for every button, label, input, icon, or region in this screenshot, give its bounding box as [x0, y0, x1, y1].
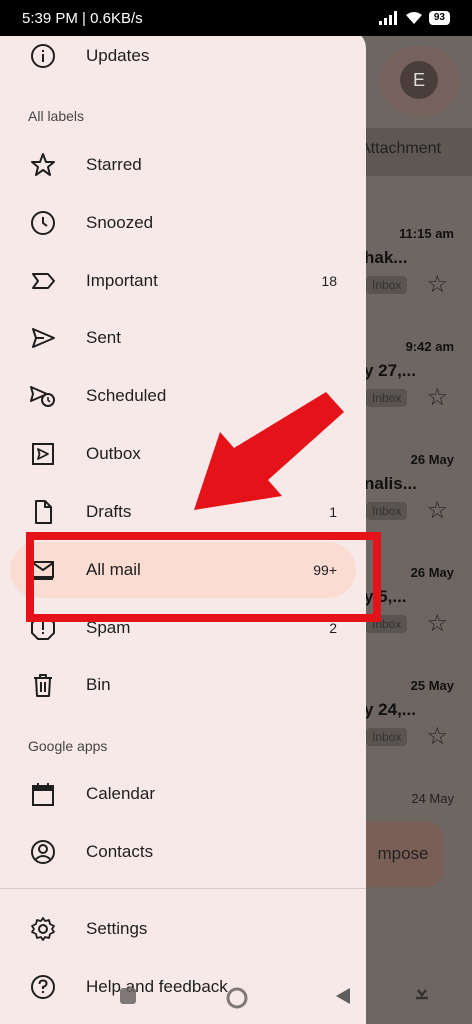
outbox-icon — [28, 439, 58, 469]
mail-row: 26 May nalis... Inbox ☆ — [360, 452, 472, 542]
mail-badge: Inbox — [366, 276, 408, 294]
mail-time: 26 May — [410, 565, 454, 580]
star-icon: ☆ — [426, 723, 448, 750]
home-button[interactable] — [225, 986, 249, 1010]
drawer-item-label: Sent — [86, 328, 121, 347]
star-icon: ☆ — [426, 384, 448, 411]
clock-icon — [28, 208, 58, 238]
status-icons: 93 — [378, 11, 450, 25]
info-icon — [28, 41, 58, 71]
drawer-item-label: Bin — [86, 675, 111, 694]
mail-subject: y 27,... — [364, 361, 416, 380]
drawer-divider — [0, 888, 366, 889]
navigation-drawer: Updates All labels Starred Snoozed Impor… — [0, 30, 366, 1024]
drawer-item-bin[interactable]: Bin — [0, 660, 366, 710]
gear-icon — [28, 914, 58, 944]
drawer-item-label: Important — [86, 271, 158, 290]
mail-row: 25 May y 24,... Inbox ☆ — [360, 678, 472, 768]
status-bar: 5:39 PM | 0.6KB/s 93 — [0, 0, 472, 36]
mail-subject: nalis... — [364, 474, 417, 493]
pointer-arrow-icon — [194, 392, 344, 510]
send-icon — [28, 323, 58, 353]
drawer-item-label: Snoozed — [86, 213, 154, 232]
drawer-item-label: Drafts — [86, 502, 132, 521]
system-nav-bar — [0, 964, 472, 1024]
wifi-icon — [405, 12, 422, 24]
mail-time: 9:42 am — [405, 339, 454, 354]
recent-apps-button[interactable] — [118, 986, 138, 1006]
trash-icon — [28, 670, 58, 700]
drawer-item-label: Calendar — [86, 784, 155, 803]
chevron-down-icon[interactable] — [414, 986, 430, 1006]
back-button[interactable] — [333, 986, 353, 1006]
mail-subject: hak... — [364, 248, 408, 267]
mail-row: 9:42 am y 27,... Inbox ☆ — [360, 339, 472, 429]
drawer-item-contacts[interactable]: Contacts — [0, 827, 366, 877]
star-icon: ☆ — [426, 497, 448, 524]
star-icon — [28, 150, 58, 180]
mail-time: 25 May — [410, 678, 454, 693]
drawer-item-updates[interactable]: Updates — [0, 31, 366, 81]
mail-badge: Inbox — [366, 728, 408, 746]
avatar: E — [400, 61, 438, 99]
drawer-item-settings[interactable]: Settings — [0, 904, 366, 954]
highlight-box — [26, 532, 381, 622]
mail-time: 24 May — [411, 791, 454, 806]
drawer-item-starred[interactable]: Starred — [0, 140, 366, 190]
mail-time: 26 May — [410, 452, 454, 467]
draft-file-icon — [28, 497, 58, 527]
star-icon: ☆ — [426, 610, 448, 637]
mail-badge: Inbox — [366, 502, 408, 520]
drawer-item-label: Settings — [86, 919, 148, 938]
drawer-item-calendar[interactable]: Calendar — [0, 769, 366, 819]
calendar-icon — [28, 779, 58, 809]
drawer-item-sent[interactable]: Sent — [0, 313, 366, 363]
section-header-all-labels: All labels — [28, 108, 85, 124]
mail-badge: Inbox — [366, 389, 408, 407]
drawer-item-label: Starred — [86, 155, 142, 174]
section-header-google-apps: Google apps — [28, 738, 108, 754]
status-time: 5:39 PM | 0.6KB/s — [22, 9, 143, 27]
drawer-item-label: Scheduled — [86, 386, 167, 405]
mail-time: 11:15 am — [399, 226, 454, 241]
drawer-item-count: 18 — [321, 273, 337, 289]
drawer-item-label: Outbox — [86, 444, 141, 463]
signal-icon — [378, 11, 397, 25]
drawer-item-label: Contacts — [86, 842, 154, 861]
drawer-item-label: Updates — [86, 46, 150, 65]
tab-attachment: Attachment — [360, 140, 441, 157]
drawer-item-snoozed[interactable]: Snoozed — [0, 198, 366, 248]
important-icon — [28, 266, 58, 296]
battery-indicator: 93 — [428, 11, 450, 25]
drawer-item-important[interactable]: Important 18 — [0, 256, 366, 306]
contacts-icon — [28, 837, 58, 867]
mail-subject: y 24,... — [364, 700, 416, 719]
scheduled-send-icon — [28, 381, 58, 411]
star-icon: ☆ — [426, 271, 448, 298]
drawer-item-count: 2 — [329, 620, 337, 636]
mail-row: 11:15 am hak... Inbox ☆ — [360, 226, 472, 316]
